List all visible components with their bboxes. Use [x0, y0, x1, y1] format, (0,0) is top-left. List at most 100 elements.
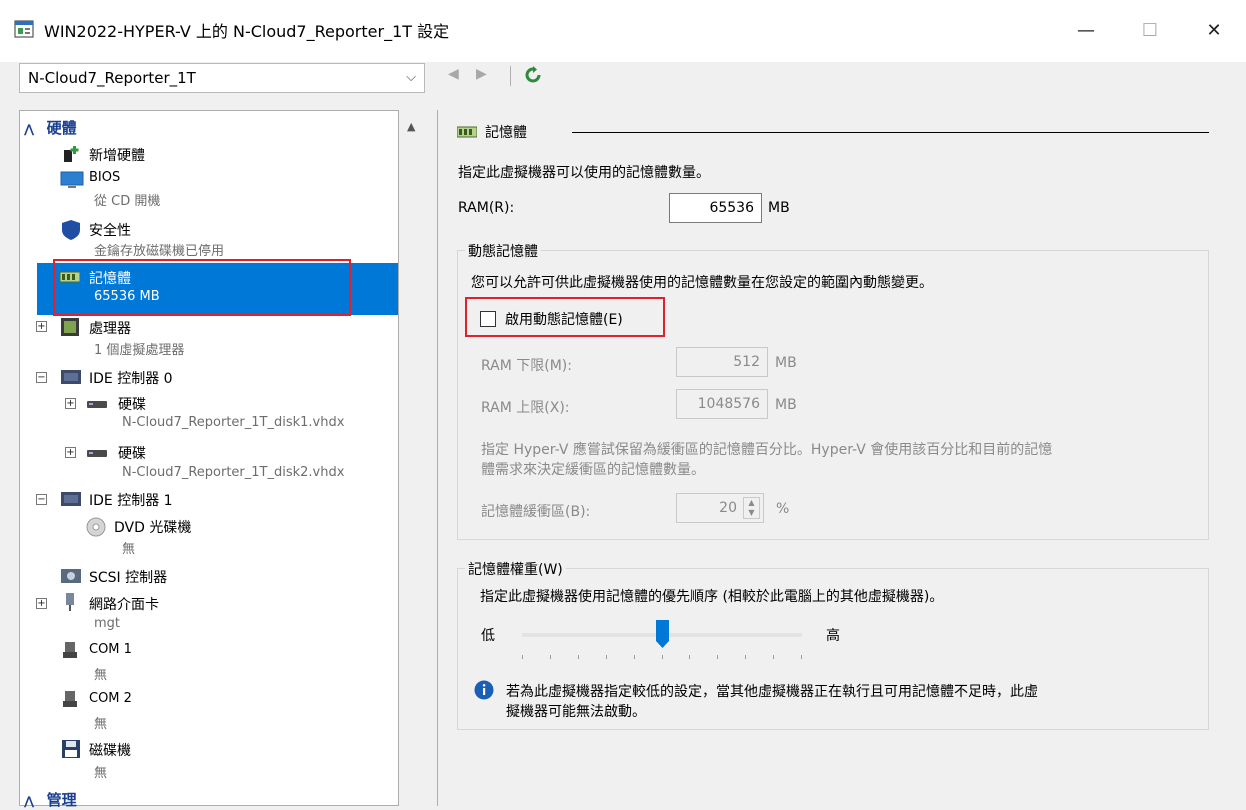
- weight-info-line2: 擬機器可能無法啟動。: [506, 704, 646, 720]
- processor-chip-icon: [61, 318, 79, 336]
- slider-tick: [745, 655, 747, 659]
- minimize-button[interactable]: —: [1056, 10, 1116, 50]
- back-arrow-icon[interactable]: ◀: [448, 66, 459, 82]
- memory-weight-title: 記憶體權重(W): [465, 559, 566, 579]
- vm-selector-value: N-Cloud7_Reporter_1T: [28, 69, 196, 87]
- ram-label: RAM(R):: [458, 200, 515, 216]
- ram-max-unit: MB: [775, 397, 797, 413]
- tree-item-floppy-sub: 無: [94, 766, 108, 781]
- slider-tick: [577, 655, 579, 659]
- memory-description: 指定此虛擬機器可以使用的記憶體數量。: [458, 165, 710, 181]
- com-port-icon: [63, 642, 77, 658]
- panel-heading: 記憶體: [485, 125, 527, 141]
- tree-item-security[interactable]: 安全性: [89, 220, 131, 240]
- forward-arrow-icon[interactable]: ▶: [476, 66, 487, 82]
- tree-item-scsi[interactable]: SCSI 控制器: [89, 567, 167, 587]
- heading-divider: [572, 132, 1209, 133]
- ram-min-input[interactable]: 512: [676, 347, 768, 377]
- close-button[interactable]: ✕: [1184, 10, 1244, 50]
- slider-tick: [773, 655, 775, 659]
- title-bar: WIN2022-HYPER-V 上的 N-Cloud7_Reporter_1T …: [0, 0, 1246, 62]
- tree-item-processor[interactable]: 處理器: [89, 318, 131, 338]
- ram-max-input[interactable]: 1048576: [676, 389, 768, 419]
- slider-tick: [717, 655, 719, 659]
- buffer-description-line1: 指定 Hyper-V 應嘗試保留為緩衝區的記憶體百分比。Hyper-V 會使用該…: [481, 442, 1053, 458]
- expand-processor-icon[interactable]: +: [36, 321, 47, 332]
- buffer-unit: %: [776, 501, 790, 517]
- toolbar-separator: [510, 66, 511, 86]
- settings-window-icon: [14, 20, 34, 38]
- dvd-disc-icon: [86, 517, 106, 537]
- buffer-spinner[interactable]: ▲ ▼: [743, 497, 760, 519]
- security-shield-icon: [62, 220, 80, 240]
- hard-disk-icon: [87, 450, 107, 457]
- tree-item-security-sub: 金鑰存放磁碟機已停用: [94, 244, 225, 259]
- dynamic-memory-description: 您可以允許可供此虛擬機器使用的記憶體數量在您設定的範圍內動態變更。: [471, 275, 933, 291]
- memory-highlight-box: [53, 259, 351, 316]
- tree-item-floppy[interactable]: 磁碟機: [89, 740, 131, 760]
- tree-item-nic[interactable]: 網路介面卡: [89, 594, 159, 614]
- hard-disk-icon: [87, 401, 107, 408]
- network-adapter-icon: [66, 593, 74, 611]
- info-icon: [474, 680, 494, 700]
- buffer-description-line2: 體需求來決定緩衝區的記憶體數量。: [481, 462, 705, 478]
- ram-unit: MB: [768, 200, 790, 216]
- weight-low-label: 低: [481, 628, 495, 644]
- tree-item-add-hardware[interactable]: 新增硬體: [89, 145, 145, 165]
- refresh-icon[interactable]: [524, 66, 542, 84]
- com-port-icon: [63, 691, 77, 707]
- slider-tick: [801, 655, 802, 659]
- ram-input[interactable]: 65536: [669, 193, 762, 223]
- collapse-ide1-icon[interactable]: −: [36, 494, 47, 505]
- slider-thumb[interactable]: [656, 620, 669, 648]
- window-title: WIN2022-HYPER-V 上的 N-Cloud7_Reporter_1T …: [44, 22, 450, 41]
- tree-item-disk1[interactable]: 硬碟: [118, 394, 146, 414]
- tree-item-com1-sub: 無: [94, 668, 108, 683]
- expand-disk2-icon[interactable]: +: [65, 447, 76, 458]
- dynamic-memory-group: [457, 250, 1209, 540]
- tree-item-ide1[interactable]: IDE 控制器 1: [89, 490, 173, 510]
- memory-weight-slider[interactable]: [522, 620, 802, 664]
- expand-nic-icon[interactable]: +: [36, 598, 47, 609]
- scsi-controller-icon: [61, 569, 81, 583]
- add-hardware-icon: [64, 146, 79, 162]
- collapse-chevron-icon[interactable]: ⋀: [24, 122, 34, 136]
- slider-tick: [633, 655, 635, 659]
- ram-max-label: RAM 上限(X):: [481, 400, 570, 416]
- tree-item-com1[interactable]: COM 1: [89, 642, 132, 657]
- tree-item-disk2[interactable]: 硬碟: [118, 443, 146, 463]
- tree-item-disk1-sub: N-Cloud7_Reporter_1T_disk1.vhdx: [122, 415, 345, 430]
- slider-tick: [605, 655, 607, 659]
- weight-high-label: 高: [826, 628, 840, 644]
- tree-item-bios[interactable]: BIOS: [89, 170, 120, 185]
- tree-item-nic-sub: mgt: [94, 616, 121, 631]
- tree-item-processor-sub: 1 個虛擬處理器: [94, 343, 185, 358]
- slider-tick: [522, 655, 523, 659]
- tree-item-dvd[interactable]: DVD 光碟機: [114, 517, 191, 537]
- ram-min-unit: MB: [775, 355, 797, 371]
- vm-selector-dropdown[interactable]: N-Cloud7_Reporter_1T ⌵: [19, 63, 425, 93]
- slider-tick: [661, 655, 663, 659]
- ide-controller-icon: [61, 370, 81, 384]
- scroll-up-icon[interactable]: ▲: [407, 120, 415, 133]
- chevron-down-icon: ⌵: [406, 70, 416, 85]
- tree-item-bios-sub: 從 CD 開機: [94, 194, 161, 209]
- weight-info-line1: 若為此虛擬機器指定較低的設定，當其他虛擬機器正在執行且可用記憶體不足時，此虛: [506, 684, 1038, 700]
- section-hardware[interactable]: ⋀ 硬體: [24, 117, 77, 138]
- expand-disk1-icon[interactable]: +: [65, 398, 76, 409]
- slider-tick: [549, 655, 551, 659]
- ide-controller-icon: [61, 492, 81, 506]
- tree-item-com2-sub: 無: [94, 717, 108, 732]
- slider-tick: [689, 655, 691, 659]
- maximize-button[interactable]: ☐: [1120, 10, 1180, 50]
- tree-item-disk2-sub: N-Cloud7_Reporter_1T_disk2.vhdx: [122, 465, 345, 480]
- tree-item-com2[interactable]: COM 2: [89, 691, 132, 706]
- tree-item-dvd-sub: 無: [122, 542, 136, 557]
- memory-chip-icon: [457, 126, 477, 138]
- floppy-disk-icon: [62, 740, 80, 758]
- tree-scrollbar[interactable]: ▲: [400, 110, 426, 806]
- tree-item-ide0[interactable]: IDE 控制器 0: [89, 368, 173, 388]
- section-management[interactable]: ⋀ 管理: [24, 789, 77, 810]
- dynamic-memory-title: 動態記憶體: [465, 241, 541, 261]
- collapse-ide0-icon[interactable]: −: [36, 372, 47, 383]
